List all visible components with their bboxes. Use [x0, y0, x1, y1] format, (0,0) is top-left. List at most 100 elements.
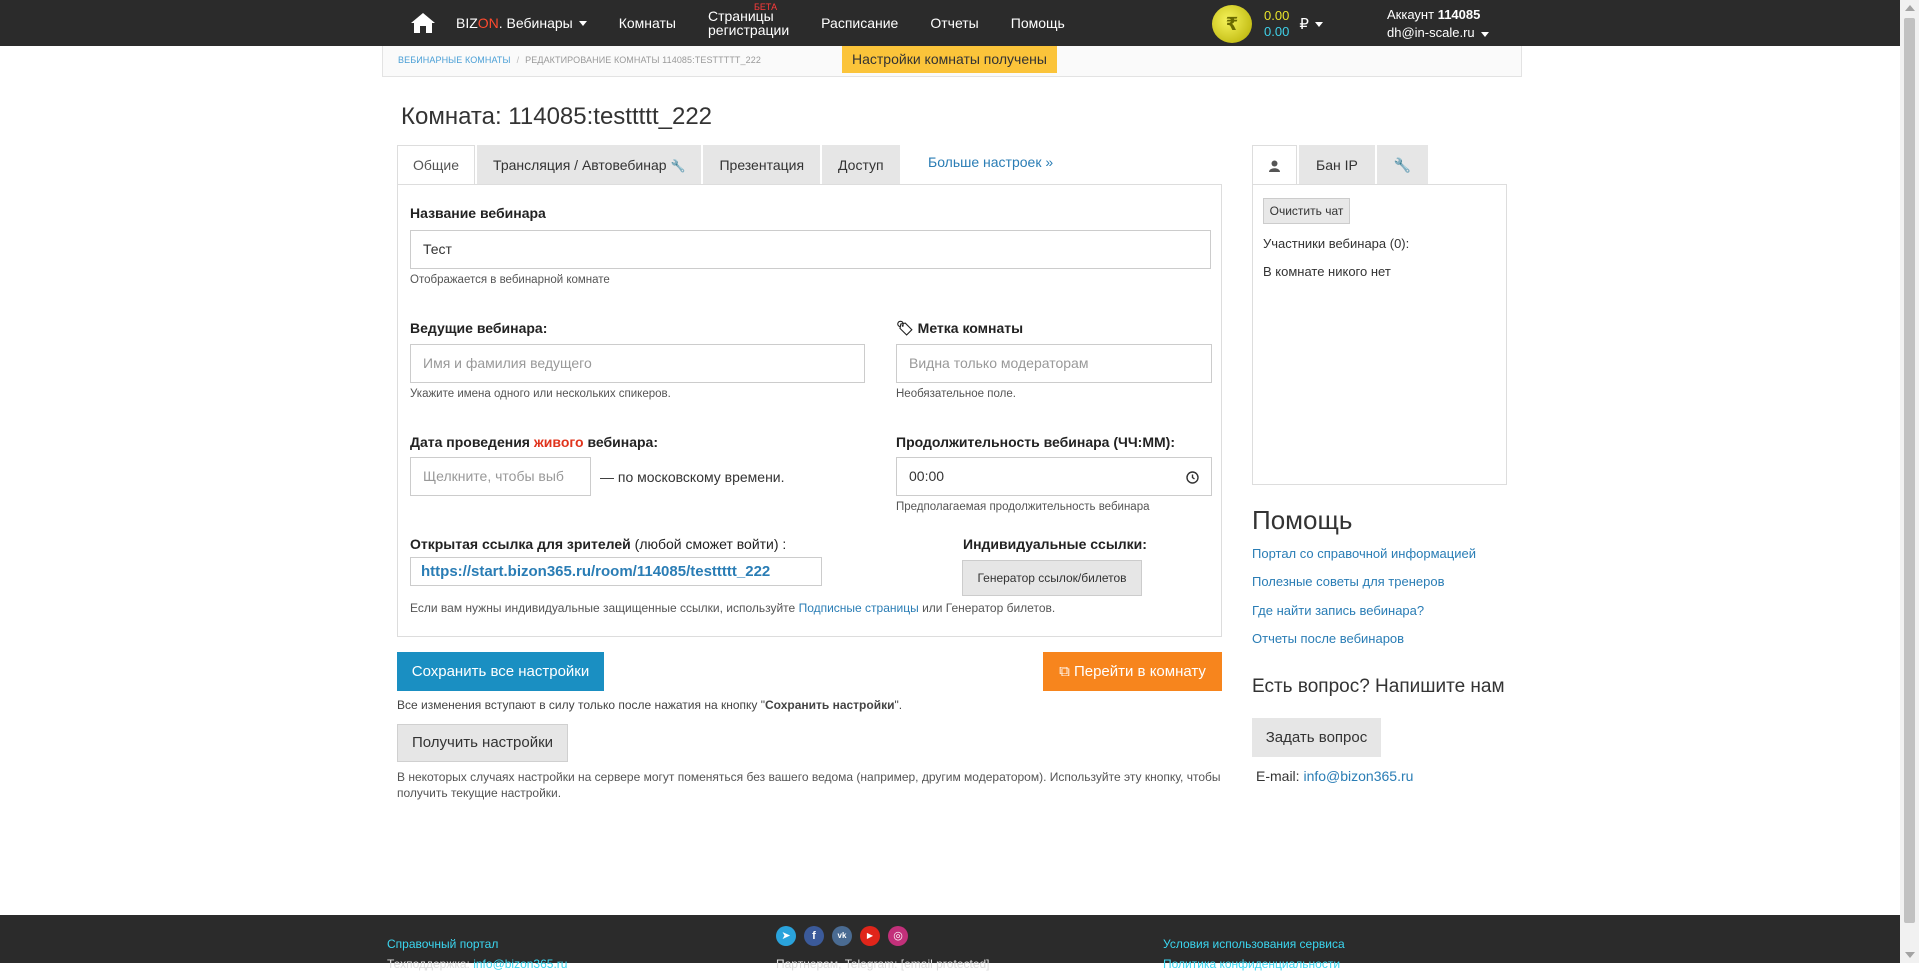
breadcrumb-separator: /: [516, 55, 520, 65]
live-date-label: Дата проведения живого вебинара:: [410, 434, 658, 450]
nav-registration-pages[interactable]: БЕТА Страницы регистрации: [708, 2, 790, 38]
tab-access[interactable]: Доступ: [822, 145, 900, 184]
footer: Справочный портал Техподдержка: info@biz…: [0, 915, 1900, 971]
nav-help[interactable]: Помощь: [1011, 15, 1065, 31]
help-link-recording[interactable]: Где найти запись вебинара?: [1252, 603, 1424, 618]
general-settings-panel: Название вебинара Тест Отображается в ве…: [397, 184, 1222, 637]
account-menu[interactable]: Аккаунт 114085 dh@in-scale.ru: [1387, 6, 1489, 42]
youtube-icon[interactable]: ▶: [860, 926, 880, 946]
footer-portal-link[interactable]: Справочный портал: [387, 937, 498, 951]
scroll-down-arrow-icon[interactable]: [1905, 952, 1915, 958]
breadcrumb-rooms-link[interactable]: ВЕБИНАРНЫЕ КОМНАТЫ: [398, 55, 511, 65]
go-to-room-button[interactable]: ⧉ Перейти в комнату: [1043, 652, 1222, 691]
webinar-name-help: Отображается в вебинарной комнате: [410, 274, 610, 286]
moscow-time-note: — по московскому времени.: [600, 469, 785, 485]
live-date-label-post: вебинара:: [583, 434, 658, 450]
duration-input[interactable]: 00:00: [896, 457, 1212, 496]
subscription-pages-link[interactable]: Подписные страницы: [799, 601, 919, 615]
individual-links-label: Индивидуальные ссылки:: [963, 536, 1147, 552]
participants-count: Участники вебинара (0):: [1263, 236, 1410, 251]
save-note: Все изменения вступают в силу только пос…: [397, 698, 902, 712]
save-all-button[interactable]: Сохранить все настройки: [397, 652, 604, 691]
live-date-label-pre: Дата проведения: [410, 434, 534, 450]
duration-help: Предполагаемая продолжительность вебинар…: [896, 501, 1150, 513]
brand-on: ON: [477, 15, 499, 31]
settings-tabs: Общие Трансляция / Автовебинар 🔧 Презента…: [397, 145, 902, 185]
go-to-room-label: Перейти в комнату: [1073, 663, 1206, 680]
footer-privacy-link[interactable]: Политика конфиденциальности: [1163, 957, 1340, 971]
help-link-tips[interactable]: Полезные советы для тренеров: [1252, 574, 1445, 589]
coin-icon: ₹: [1212, 5, 1252, 43]
more-settings-link[interactable]: Больше настроек »: [928, 154, 1053, 170]
room-tag-input[interactable]: Видна только модераторам: [896, 344, 1212, 383]
nav-reports[interactable]: Отчеты: [930, 15, 978, 31]
tab-broadcast[interactable]: Трансляция / Автовебинар 🔧: [477, 145, 702, 184]
brand-webinars-menu[interactable]: BIZ ON. Вебинары: [456, 15, 587, 31]
breadcrumb: ВЕБИНАРНЫЕ КОМНАТЫ / РЕДАКТИРОВАНИЕ КОМНАТ…: [398, 55, 761, 65]
instagram-icon[interactable]: ◎: [888, 926, 908, 946]
balance-widget[interactable]: ₹ 0.00 0.00 ₽: [1212, 5, 1323, 43]
bottom-help-post: или Генератор билетов.: [918, 601, 1056, 615]
scroll-up-arrow-icon[interactable]: [1905, 5, 1915, 11]
account-email: dh@in-scale.ru: [1387, 25, 1475, 40]
link-generator-button[interactable]: Генератор ссылок/билетов: [962, 560, 1142, 596]
nav-schedule[interactable]: Расписание: [821, 15, 898, 31]
help-link-reports[interactable]: Отчеты после вебинаров: [1252, 631, 1404, 646]
social-links: ➤ f vk ▶ ◎: [776, 926, 916, 946]
nav-rooms[interactable]: Комнаты: [619, 15, 676, 31]
room-empty-text: В комнате никого нет: [1263, 264, 1391, 279]
home-icon[interactable]: [410, 10, 438, 36]
telegram-icon[interactable]: ➤: [776, 926, 796, 946]
email-link[interactable]: info@bizon365.ru: [1303, 768, 1413, 784]
balance-bonus: 0.00: [1264, 24, 1290, 39]
webinar-name-input[interactable]: Тест: [410, 230, 1211, 269]
page-title: Комната: 114085:testtttt_222: [401, 103, 713, 130]
save-note-pre: Все изменения вступают в силу только пос…: [397, 698, 765, 712]
email-label: E-mail:: [1256, 768, 1304, 784]
footer-support: Техподдержка: info@bizon365.ru: [387, 957, 567, 971]
currency-dropdown[interactable]: ₽: [1299, 15, 1323, 33]
get-settings-note: В некоторых случаях настройки на сервере…: [397, 770, 1221, 800]
vk-icon[interactable]: vk: [832, 926, 852, 946]
footer-middle-text: Партнерам, Telegram: [email protected]: [776, 957, 990, 971]
facebook-icon[interactable]: f: [804, 926, 824, 946]
bottom-help-pre: Если вам нужны индивидуальные защищенные…: [410, 601, 799, 615]
tab-general[interactable]: Общие: [397, 145, 476, 185]
get-settings-button[interactable]: Получить настройки: [397, 724, 568, 762]
hosts-help: Укажите имена одного или нескольких спик…: [410, 388, 671, 400]
contact-email: E-mail: info@bizon365.ru: [1256, 768, 1413, 784]
tab-sidebar-settings[interactable]: 🔧: [1376, 145, 1429, 184]
help-title: Помощь: [1252, 505, 1353, 535]
scroll-thumb[interactable]: [1904, 18, 1915, 923]
participants-panel: Очистить чат Участники вебинара (0): В к…: [1252, 184, 1507, 485]
page-scrollbar[interactable]: [1900, 0, 1919, 963]
footer-support-email[interactable]: info@bizon365.ru: [473, 957, 567, 971]
top-navbar: BIZ ON. Вебинары Комнаты БЕТА Страницы ре…: [0, 0, 1900, 46]
footer-support-label: Техподдержка:: [387, 957, 474, 971]
ask-title: Есть вопрос? Напишите нам: [1252, 676, 1505, 697]
ask-question-button[interactable]: Задать вопрос: [1252, 718, 1381, 757]
breadcrumb-bar: ВЕБИНАРНЫЕ КОМНАТЫ / РЕДАКТИРОВАНИЕ КОМНАТ…: [382, 46, 1522, 77]
open-link-label-paren: (любой сможет войти) :: [630, 536, 787, 552]
sidebar-tabs: Бан IP 🔧: [1252, 145, 1430, 185]
balance-main: 0.00: [1264, 8, 1290, 23]
live-date-input[interactable]: Щелкните, чтобы выб: [410, 457, 591, 496]
tab-ban-ip[interactable]: Бан IP: [1299, 145, 1375, 184]
footer-terms-link[interactable]: Условия использования сервиса: [1163, 937, 1345, 951]
open-link-field[interactable]: https://start.bizon365.ru/room/114085/te…: [410, 557, 822, 586]
chevron-down-icon: [1314, 21, 1323, 27]
help-link-portal[interactable]: Портал со справочной информацией: [1252, 546, 1476, 561]
tab-participants[interactable]: [1252, 145, 1297, 185]
open-link-label-main: Открытая ссылка для зрителей: [410, 536, 631, 552]
account-email-line: dh@in-scale.ru: [1387, 24, 1489, 42]
save-note-post: ".: [894, 698, 903, 712]
nav-inner: BIZ ON. Вебинары Комнаты БЕТА Страницы ре…: [410, 0, 1097, 46]
live-date-label-live: живого: [533, 434, 584, 450]
clock-icon[interactable]: [1186, 458, 1199, 495]
clear-chat-button[interactable]: Очистить чат: [1263, 198, 1350, 224]
tab-presentation[interactable]: Презентация: [703, 145, 821, 184]
room-tag-help: Необязательное поле.: [896, 388, 1016, 400]
nav-reg-line2: регистрации: [708, 22, 790, 38]
hosts-input[interactable]: Имя и фамилия ведущего: [410, 344, 865, 383]
webinar-name-label: Название вебинара: [410, 205, 546, 221]
